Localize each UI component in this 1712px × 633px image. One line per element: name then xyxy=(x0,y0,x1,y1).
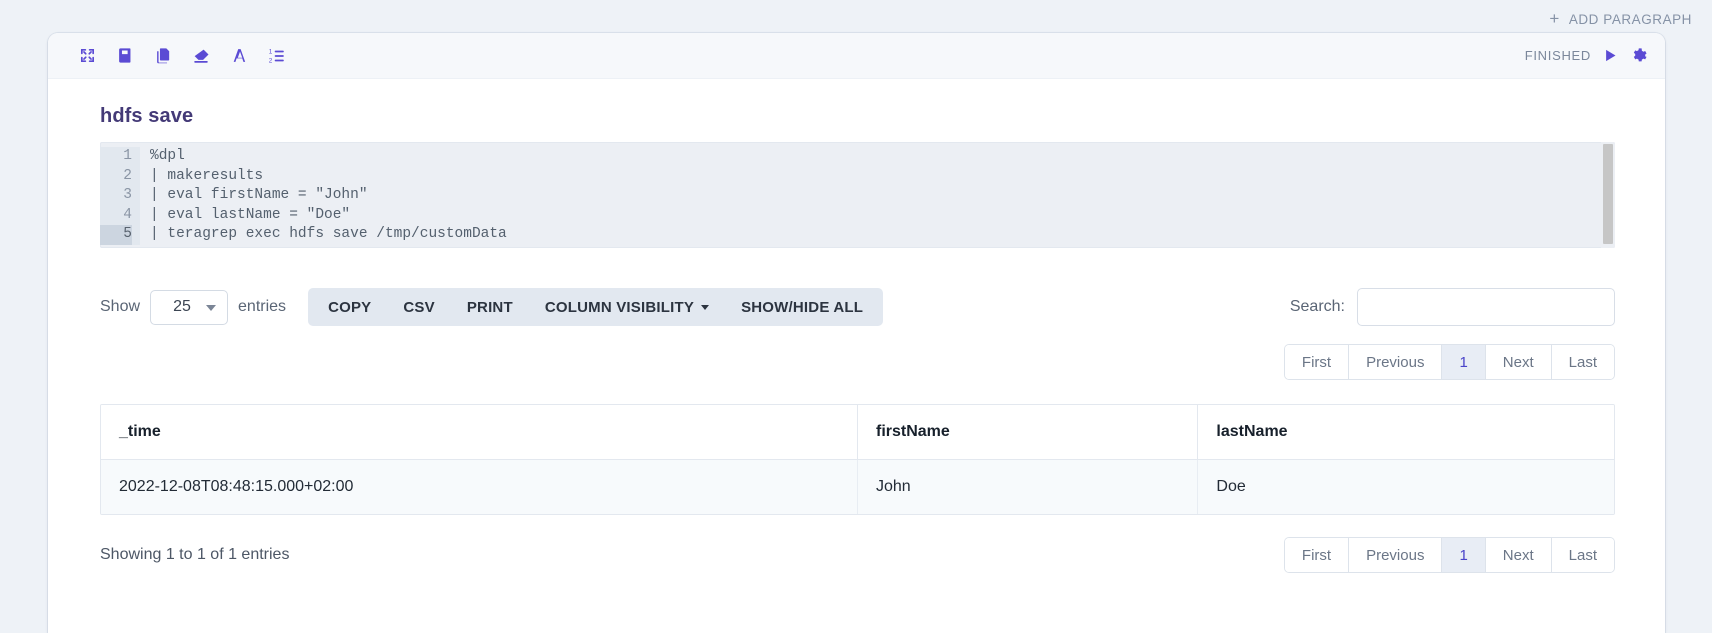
datatable-footer: Showing 1 to 1 of 1 entries First Previou… xyxy=(100,537,1633,573)
datatable-button-label: COPY xyxy=(328,298,372,316)
results-table: _time firstName lastName 2022-12-08T08:48:… xyxy=(101,405,1614,514)
paragraph-body: hdfs save 12345 %dpl | makeresults | eval … xyxy=(48,105,1665,573)
plus-icon: + xyxy=(1549,8,1560,28)
editor-line-number: 1 xyxy=(123,148,132,164)
editor-code[interactable]: %dpl | makeresults | eval firstName = "Joh… xyxy=(140,147,1615,245)
paragraph-toolbar: 1 2 FINISHED xyxy=(48,33,1665,79)
pagination-bottom-1[interactable]: 1 xyxy=(1442,538,1486,572)
add-paragraph-button[interactable]: + ADD PARAGRAPH xyxy=(1543,7,1698,32)
eraser-icon[interactable] xyxy=(186,41,216,71)
pagination-top-last[interactable]: Last xyxy=(1551,345,1614,379)
font-icon[interactable] xyxy=(224,41,254,71)
page-title: hdfs save xyxy=(100,105,194,127)
editor-line-number: 3 xyxy=(123,187,132,204)
pagination-bottom-next[interactable]: Next xyxy=(1485,538,1552,572)
datatable-controls: Show 25 entries COPY CSV PRINT COLUMN VISIB… xyxy=(100,288,1633,326)
pagination-bottom: First Previous 1 Next Last xyxy=(1283,537,1615,573)
svg-text:2: 2 xyxy=(269,57,273,64)
play-icon[interactable] xyxy=(1603,48,1618,63)
editor-line[interactable]: | eval lastName = "Doe" xyxy=(150,206,1615,226)
entries-label: entries xyxy=(238,298,287,315)
book-icon[interactable] xyxy=(110,41,140,71)
page-length-value: 25 xyxy=(173,298,191,315)
show-label: Show xyxy=(100,298,141,315)
datatable-button-label: CSV xyxy=(403,298,435,316)
datatable-button-print[interactable]: PRINT xyxy=(451,288,529,326)
svg-text:1: 1 xyxy=(269,48,273,55)
datatable-button-show-hide-all[interactable]: SHOW/HIDE ALL xyxy=(725,288,879,326)
datatable-info: Showing 1 to 1 of 1 entries xyxy=(100,546,290,563)
datatable-button-csv[interactable]: CSV xyxy=(387,288,450,326)
pagination-bottom-previous[interactable]: Previous xyxy=(1349,538,1443,572)
datatable-button-label: SHOW/HIDE ALL xyxy=(741,298,864,316)
code-editor[interactable]: 1 2 3 4 5 %dpl | makeresults | eval firstName … xyxy=(100,142,1615,248)
editor-gutter: 1 2 3 4 5 xyxy=(100,147,140,245)
pagination-top-next[interactable]: Next xyxy=(1485,345,1552,379)
add-paragraph-label: ADD PARAGRAPH xyxy=(1568,11,1692,27)
status-badge: FINISHED xyxy=(1524,48,1591,63)
datatable-search: Search: xyxy=(1290,288,1615,326)
paragraph-card: 1 2 FINISHED hdfs save 12345 %dpl | make… xyxy=(48,33,1665,633)
table-header-row: _time firstName lastName xyxy=(101,405,1614,460)
search-label: Search: xyxy=(1289,298,1345,315)
datatable-button-copy[interactable]: COPY xyxy=(312,288,387,326)
editor-line-number: 4 xyxy=(123,206,132,223)
pagination-top-previous[interactable]: Previous xyxy=(1349,345,1443,379)
datatable-button-label: COLUMN VISIBILITY xyxy=(544,298,695,316)
datatable-button-column-visibility[interactable]: COLUMN VISIBILITY xyxy=(529,288,725,326)
chevron-down-icon xyxy=(206,305,217,311)
editor-line[interactable]: | makeresults xyxy=(150,167,1615,187)
editor-scrollbar-thumb[interactable] xyxy=(1603,144,1613,244)
pagination-top-row: First Previous 1 Next Last xyxy=(80,344,1633,380)
editor-scrollbar[interactable] xyxy=(1601,142,1615,248)
pagination-top: First Previous 1 Next Last xyxy=(1283,344,1615,380)
datatable-length-control: Show 25 entries xyxy=(100,289,287,325)
chevron-down-icon xyxy=(701,304,710,310)
table-column-header[interactable]: lastName xyxy=(1197,405,1614,460)
table-row: 2022-12-08T08:48:15.000+02:00 John Doe xyxy=(101,459,1614,514)
table-head: _time firstName lastName xyxy=(101,405,1614,460)
results-table-wrapper: _time firstName lastName 2022-12-08T08:48:… xyxy=(100,404,1615,515)
table-cell: 2022-12-08T08:48:15.000+02:00 xyxy=(101,459,858,514)
pagination-top-1[interactable]: 1 xyxy=(1442,345,1486,379)
collapse-icon[interactable] xyxy=(72,41,102,71)
editor-line-number: 5 xyxy=(100,225,132,245)
pagination-top-first[interactable]: First xyxy=(1284,345,1350,379)
datatable-button-group: COPY CSV PRINT COLUMN VISIBILITY SHOW/HIDE A… xyxy=(308,288,884,326)
pagination-bottom-last[interactable]: Last xyxy=(1551,538,1614,572)
gear-icon[interactable] xyxy=(1630,47,1647,64)
table-body: 2022-12-08T08:48:15.000+02:00 John Doe xyxy=(101,459,1614,514)
page-length-select[interactable]: 25 xyxy=(150,289,229,325)
datatable-button-label: PRINT xyxy=(466,298,513,316)
editor-line[interactable]: %dpl xyxy=(150,147,1615,167)
editor-line-number: 2 xyxy=(123,167,132,184)
editor-line[interactable]: | teragrep exec hdfs save /tmp/customDat… xyxy=(150,225,1615,245)
pagination-bottom-row: First Previous 1 Next Last xyxy=(1283,537,1615,573)
copy-icon[interactable] xyxy=(148,41,178,71)
table-cell: Doe xyxy=(1197,459,1614,514)
list-ordered-icon[interactable]: 1 2 xyxy=(262,41,292,71)
toolbar-icon-group: 1 2 xyxy=(72,41,292,71)
table-column-header[interactable]: _time xyxy=(101,405,858,460)
table-cell: John xyxy=(857,459,1199,514)
pagination-bottom-first[interactable]: First xyxy=(1284,538,1350,572)
search-input[interactable] xyxy=(1357,288,1615,326)
toolbar-status-group: FINISHED xyxy=(1525,47,1647,64)
editor-line[interactable]: | eval firstName = "John" xyxy=(150,186,1615,206)
table-column-header[interactable]: firstName xyxy=(857,405,1199,460)
